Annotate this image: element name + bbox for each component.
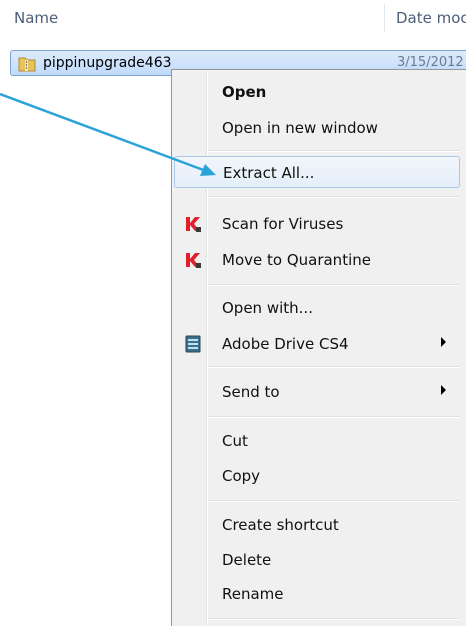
submenu-arrow-icon	[441, 385, 446, 395]
menu-item-open-with[interactable]: Open with...	[174, 292, 460, 324]
menu-item-extract-all[interactable]: Extract All...	[174, 156, 460, 188]
menu-item-label: Move to Quarantine	[222, 251, 371, 269]
kaspersky-icon	[186, 217, 201, 232]
menu-item-send-to[interactable]: Send to	[174, 376, 460, 408]
menu-item-cut[interactable]: Cut	[174, 425, 460, 457]
menu-item-label: Scan for Viruses	[222, 215, 344, 233]
menu-item-label: Create shortcut	[222, 516, 339, 534]
menu-item-copy[interactable]: Copy	[174, 460, 460, 492]
kaspersky-icon	[186, 253, 201, 268]
menu-item-label: Adobe Drive CS4	[222, 335, 349, 353]
date-column-header[interactable]: Date moc	[396, 9, 466, 27]
menu-item-scan-for-viruses[interactable]: Scan for Viruses	[174, 208, 460, 240]
menu-separator	[208, 618, 460, 620]
name-column-header[interactable]: Name	[14, 9, 58, 27]
menu-item-open-new-window[interactable]: Open in new window	[174, 112, 460, 144]
menu-separator	[208, 196, 460, 198]
column-separator[interactable]	[384, 4, 385, 32]
menu-item-label: Open with...	[222, 299, 313, 317]
menu-item-open[interactable]: Open	[174, 76, 460, 108]
zip-folder-icon	[18, 57, 36, 72]
menu-item-adobe-drive[interactable]: Adobe Drive CS4	[174, 328, 460, 360]
adobe-drive-icon	[185, 335, 201, 353]
file-name: pippinupgrade463	[43, 55, 172, 71]
menu-item-label: Open	[222, 83, 267, 101]
menu-separator	[208, 150, 460, 152]
menu-item-delete[interactable]: Delete	[174, 544, 460, 576]
menu-item-label: Cut	[222, 432, 248, 450]
submenu-arrow-icon	[441, 337, 446, 347]
menu-separator	[208, 284, 460, 286]
menu-item-create-shortcut[interactable]: Create shortcut	[174, 509, 460, 541]
menu-item-label: Rename	[222, 585, 284, 603]
menu-separator	[208, 366, 460, 368]
menu-item-label: Copy	[222, 467, 261, 485]
menu-item-label: Send to	[222, 383, 280, 401]
menu-separator	[208, 500, 460, 502]
menu-item-label: Delete	[222, 551, 272, 569]
menu-item-label: Extract All...	[223, 164, 315, 182]
menu-separator	[208, 416, 460, 418]
column-header: Name Date moc	[0, 0, 466, 36]
menu-item-rename[interactable]: Rename	[174, 578, 460, 610]
file-date: 3/15/2012	[397, 55, 464, 70]
menu-item-label: Open in new window	[222, 119, 378, 137]
menu-item-move-to-quarantine[interactable]: Move to Quarantine	[174, 244, 460, 276]
context-menu: Open Open in new window Extract All... S…	[171, 69, 466, 626]
